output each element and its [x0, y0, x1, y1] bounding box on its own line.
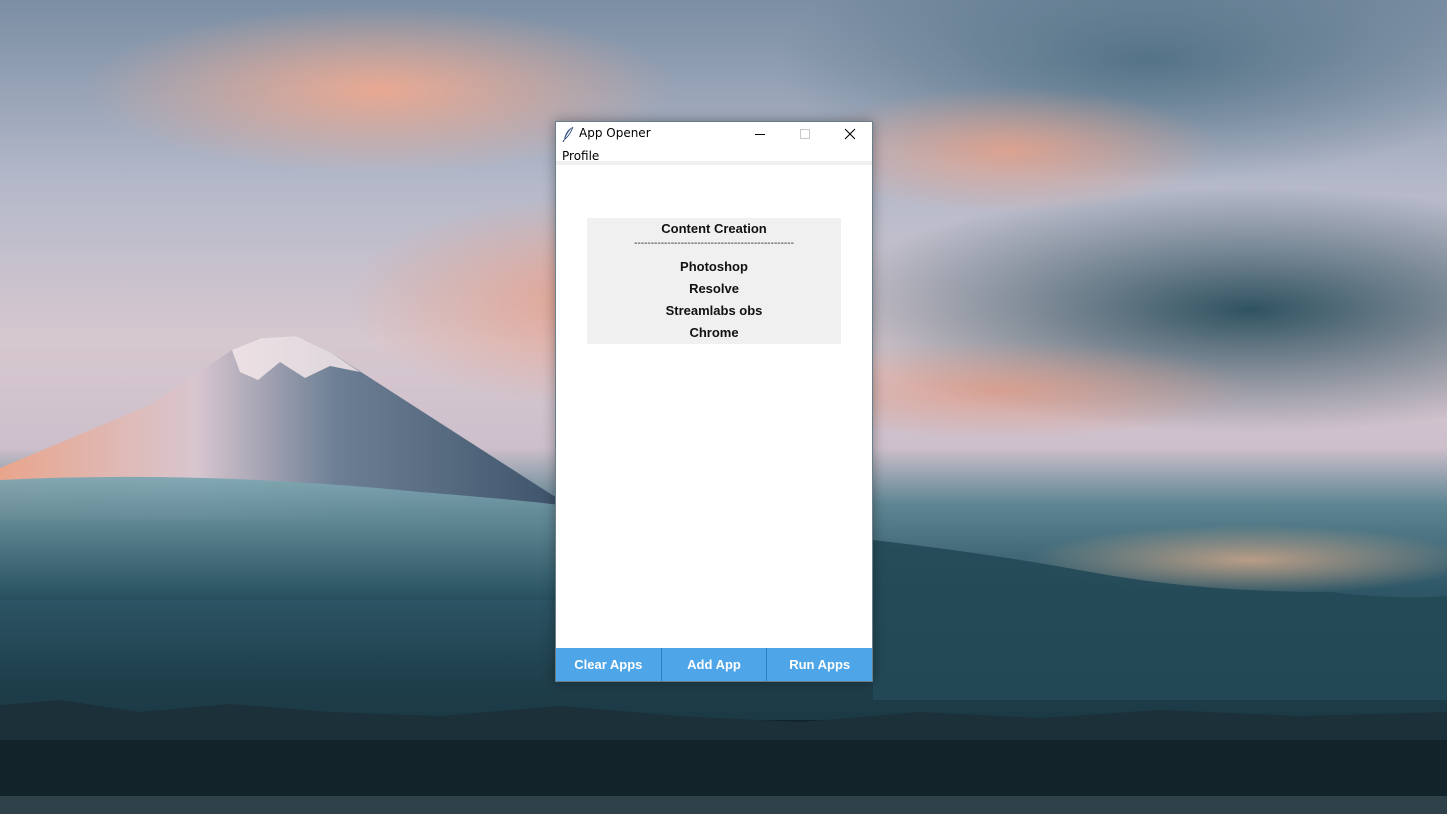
app-window: App Opener Profile Content Creation ----… — [555, 121, 873, 682]
client-area: Content Creation -----------------------… — [556, 169, 872, 647]
maximize-button[interactable] — [782, 122, 828, 145]
water-strip — [0, 796, 1447, 814]
window-title: App Opener — [579, 126, 651, 140]
close-button[interactable] — [827, 122, 873, 145]
profile-separator: ----------------------------------------… — [634, 238, 794, 249]
feather-icon — [562, 126, 574, 142]
profile-title: Content Creation — [661, 221, 767, 236]
add-app-button[interactable]: Add App — [661, 648, 768, 681]
clear-apps-button[interactable]: Clear Apps — [556, 648, 662, 681]
app-item: Resolve — [689, 281, 739, 296]
app-item: Photoshop — [680, 259, 748, 274]
far-hills — [873, 540, 1447, 700]
title-bar[interactable]: App Opener — [556, 122, 872, 145]
menu-item-profile[interactable]: Profile — [562, 149, 599, 163]
maximize-icon — [800, 128, 810, 139]
run-apps-button[interactable]: Run Apps — [767, 648, 873, 681]
menu-bar: Profile — [556, 145, 872, 165]
app-item: Chrome — [689, 325, 739, 340]
minimize-button[interactable] — [737, 122, 783, 145]
app-item: Streamlabs obs — [665, 303, 763, 318]
town-silhouette — [0, 700, 1447, 740]
close-icon — [844, 128, 856, 139]
button-bar: Clear Apps Add App Run Apps — [556, 648, 873, 681]
profile-panel: Content Creation -----------------------… — [587, 218, 841, 344]
minimize-icon — [755, 133, 765, 135]
